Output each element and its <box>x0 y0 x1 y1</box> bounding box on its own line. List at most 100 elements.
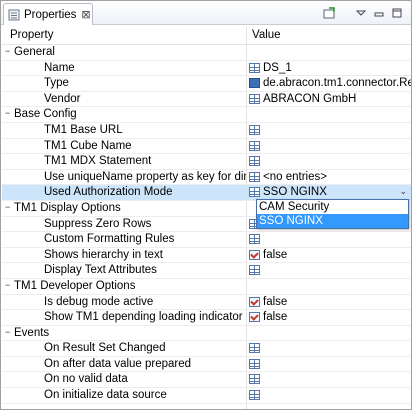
tab-title: Properties <box>24 8 77 21</box>
property-row[interactable]: Type de.abracon.tm1.connector.RestA <box>2 76 411 92</box>
category-label: TM1 Developer Options <box>14 279 136 292</box>
property-value: DS_1 <box>263 61 292 74</box>
boolean-value-icon <box>249 296 260 307</box>
tab-properties[interactable]: Properties ⊠ <box>3 3 93 25</box>
value-cell[interactable]: false <box>247 248 411 263</box>
property-value-icon <box>249 374 260 385</box>
category-label: Base Config <box>14 108 77 121</box>
view-menu-icon[interactable] <box>353 5 369 21</box>
property-row[interactable]: Is debug mode active false <box>2 295 411 311</box>
property-cell: On no valid data <box>2 372 246 387</box>
collapse-toggle-icon[interactable]: − <box>5 327 10 337</box>
property-cell: Custom Formatting Rules <box>2 232 246 247</box>
property-cell: Shows hierarchy in text <box>2 248 246 263</box>
value-cell[interactable]: false <box>247 310 411 325</box>
property-value: <no entries> <box>263 170 327 183</box>
property-cell: − TM1 Display Options <box>2 201 246 216</box>
maximize-icon[interactable] <box>389 5 405 21</box>
dropdown-option[interactable]: SSO NGINX <box>257 214 408 228</box>
value-cell[interactable]: de.abracon.tm1.connector.RestA <box>247 76 411 91</box>
property-row[interactable]: Vendor ABRACON GmbH <box>2 92 411 108</box>
value-cell[interactable]: <no entries> <box>247 170 411 185</box>
property-label: Use uniqueName property as key for dimen… <box>44 170 246 183</box>
property-cell: Use uniqueName property as key for dimen… <box>2 170 246 185</box>
property-row[interactable]: On after data value prepared <box>2 357 411 373</box>
property-value-icon <box>249 358 260 369</box>
value-cell[interactable] <box>247 341 411 356</box>
value-cell <box>247 107 411 122</box>
value-cell[interactable]: false <box>247 295 411 310</box>
property-cell: Show TM1 depending loading indicator <box>2 310 246 325</box>
property-value-icon <box>249 187 260 198</box>
property-row[interactable]: On initialize data source <box>2 388 411 404</box>
property-value-icon <box>249 62 260 73</box>
column-header-value[interactable]: Value <box>252 29 281 41</box>
property-value: false <box>263 295 288 308</box>
value-cell[interactable] <box>247 139 411 154</box>
value-cell[interactable]: DS_1 <box>247 61 411 76</box>
value-cell[interactable] <box>247 232 411 247</box>
pin-icon[interactable] <box>321 5 337 21</box>
property-value-icon <box>249 390 260 401</box>
properties-icon <box>8 9 20 21</box>
column-header-property[interactable]: Property <box>10 29 53 41</box>
collapse-toggle-icon[interactable]: − <box>5 280 10 290</box>
dropdown-option[interactable]: CAM Security <box>257 200 408 214</box>
close-icon[interactable]: ⊠ <box>81 8 90 21</box>
connector-icon <box>249 78 260 89</box>
property-cell: Is debug mode active <box>2 295 246 310</box>
value-cell[interactable] <box>247 372 411 387</box>
property-row[interactable]: On no valid data <box>2 372 411 389</box>
property-cell: Used Authorization Mode <box>2 185 246 200</box>
property-value-icon <box>249 234 260 245</box>
property-label: Custom Formatting Rules <box>44 233 175 246</box>
property-cell: TM1 Base URL <box>2 123 246 138</box>
property-value: false <box>263 311 288 324</box>
property-value-icon <box>249 343 260 354</box>
property-row[interactable]: Display Text Attributes <box>2 263 411 279</box>
property-value-icon <box>249 265 260 276</box>
property-cell: Type <box>2 76 246 91</box>
property-label: TM1 Cube Name <box>44 139 132 152</box>
property-value-icon <box>249 124 260 135</box>
category-row[interactable]: − General <box>2 45 411 61</box>
collapse-toggle-icon[interactable]: − <box>5 108 10 118</box>
property-value: false <box>263 248 288 261</box>
value-cell[interactable]: SSO NGINX ⌄ <box>247 185 411 200</box>
property-row[interactable]: Use uniqueName property as key for dimen… <box>2 170 411 186</box>
collapse-toggle-icon[interactable]: − <box>5 202 10 212</box>
value-cell[interactable] <box>247 357 411 372</box>
category-row[interactable]: − TM1 Developer Options <box>2 279 411 295</box>
category-label: Events <box>14 326 50 339</box>
property-value: de.abracon.tm1.connector.RestA <box>263 77 411 90</box>
property-label: Is debug mode active <box>44 295 154 308</box>
property-label: Vendor <box>44 92 81 105</box>
property-row[interactable]: Custom Formatting Rules <box>2 232 411 248</box>
property-row[interactable]: TM1 Cube Name <box>2 139 411 155</box>
property-label: On after data value prepared <box>44 357 192 370</box>
category-row[interactable]: − Base Config <box>2 107 411 123</box>
property-row[interactable]: Show TM1 depending loading indicator fals… <box>2 310 411 326</box>
chevron-down-icon[interactable]: ⌄ <box>399 186 407 197</box>
value-cell[interactable] <box>247 123 411 138</box>
property-row[interactable]: On Result Set Changed <box>2 341 411 357</box>
property-row[interactable]: Shows hierarchy in text false <box>2 248 411 264</box>
property-row[interactable]: TM1 Base URL <box>2 123 411 139</box>
category-row[interactable]: − Events <box>2 326 411 342</box>
minimize-icon[interactable] <box>371 5 387 21</box>
value-cell[interactable] <box>247 263 411 278</box>
property-row[interactable]: TM1 MDX Statement <box>2 154 411 170</box>
property-label: Display Text Attributes <box>44 264 157 277</box>
property-value-icon <box>249 156 260 167</box>
property-cell: Display Text Attributes <box>2 263 246 278</box>
property-label: Type <box>44 77 69 90</box>
property-label: TM1 Base URL <box>44 123 123 136</box>
value-cell[interactable] <box>247 154 411 169</box>
authorization-mode-dropdown-list[interactable]: CAM Security SSO NGINX <box>256 199 409 229</box>
table-header: Property Value <box>2 27 411 45</box>
value-cell[interactable]: ABRACON GmbH <box>247 92 411 107</box>
property-label: TM1 MDX Statement <box>44 155 152 168</box>
property-row[interactable]: Name DS_1 <box>2 61 411 77</box>
collapse-toggle-icon[interactable]: − <box>5 46 10 56</box>
value-cell[interactable] <box>247 388 411 403</box>
